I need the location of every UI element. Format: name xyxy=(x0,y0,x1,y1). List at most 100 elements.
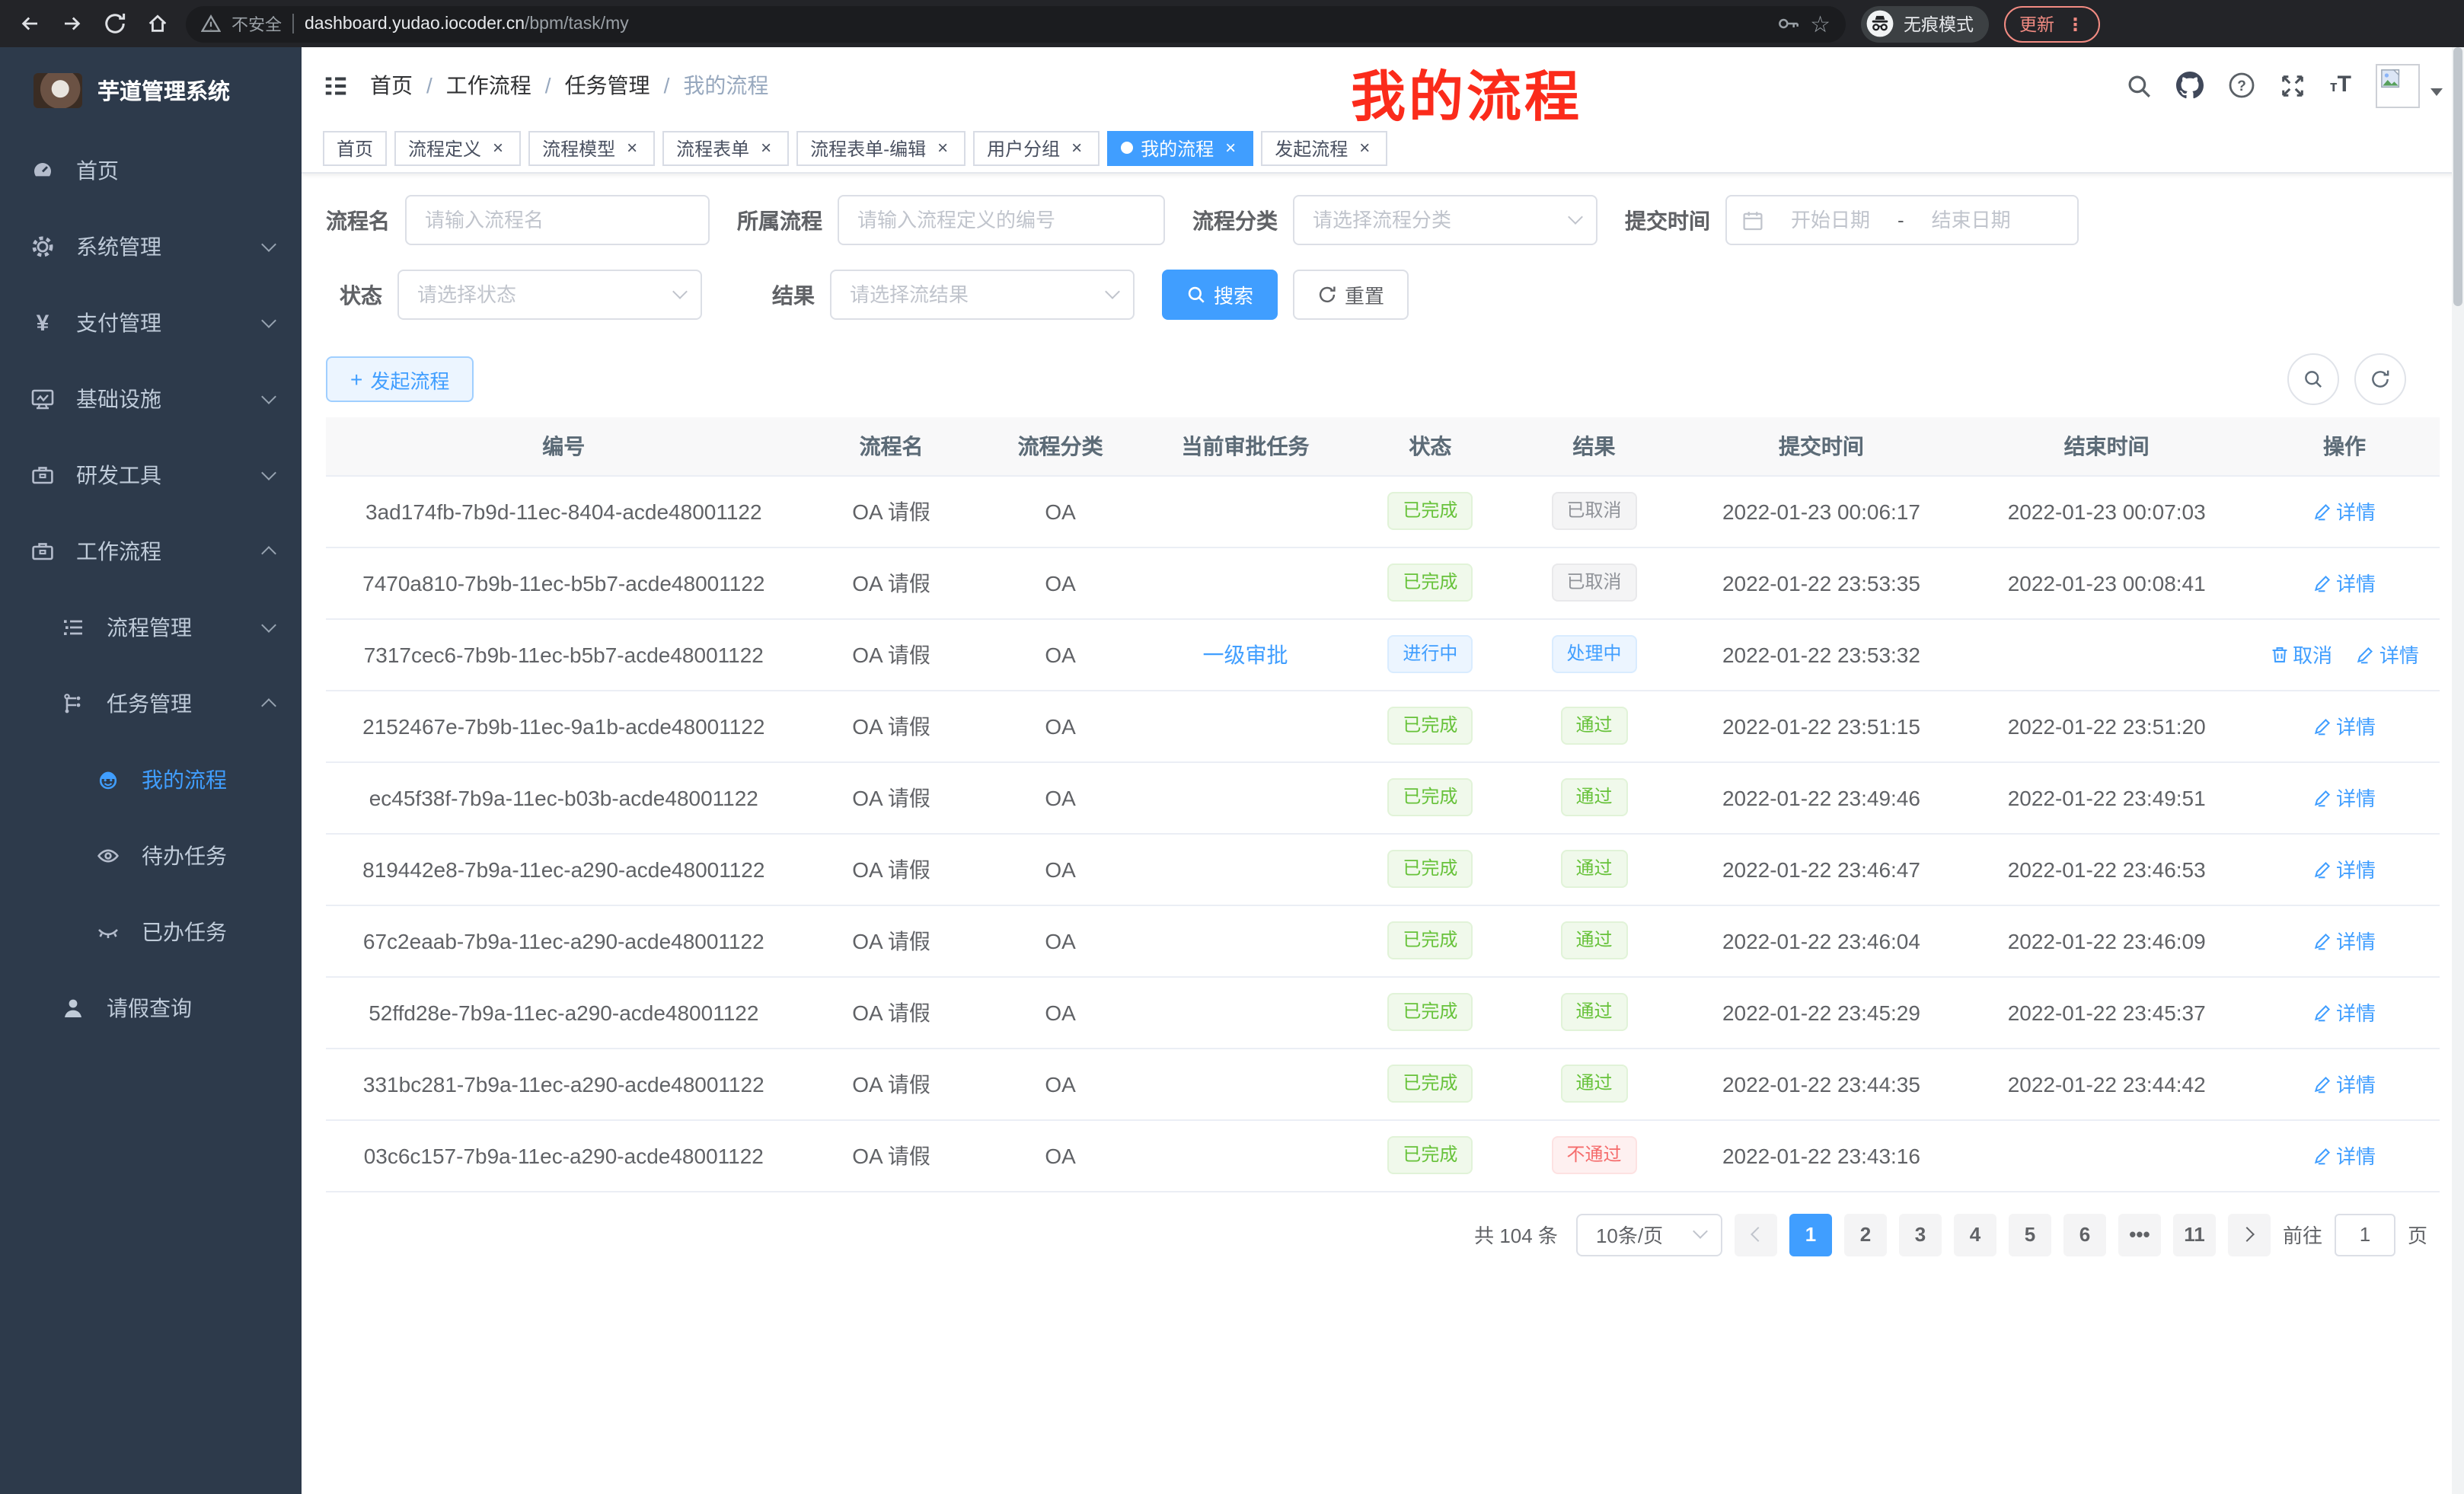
sidebar-item-devtools[interactable]: 研发工具 xyxy=(0,437,302,513)
home-icon[interactable] xyxy=(143,10,171,37)
status-select[interactable] xyxy=(397,270,702,320)
next-page-button[interactable] xyxy=(2228,1213,2271,1256)
cancel-link[interactable]: 取消 xyxy=(2270,640,2332,669)
breadcrumb-home[interactable]: 首页 xyxy=(370,70,413,101)
breadcrumb-task[interactable]: 任务管理 xyxy=(565,70,650,101)
font-size-icon[interactable]: тT xyxy=(2330,72,2351,99)
help-icon[interactable]: ? xyxy=(2228,72,2255,99)
cell-id: 7470a810-7b9b-11ec-b5b7-acde48001122 xyxy=(326,547,802,618)
edit-pencil-icon xyxy=(2313,1146,2332,1164)
chevron-down-icon xyxy=(261,465,276,480)
view-tab[interactable]: 我的流程 xyxy=(1107,130,1253,165)
detail-link[interactable]: 详情 xyxy=(2313,568,2376,597)
col-current-task: 当前审批任务 xyxy=(1140,417,1352,475)
breadcrumb-workflow[interactable]: 工作流程 xyxy=(446,70,531,101)
submit-time-label: 提交时间 xyxy=(1625,205,1710,235)
refresh-table-button[interactable] xyxy=(2354,353,2406,405)
view-tab[interactable]: 用户分组 xyxy=(973,130,1100,165)
view-tab[interactable]: 发起流程 xyxy=(1261,130,1387,165)
page-number-button[interactable]: 6 xyxy=(2063,1213,2106,1256)
sidebar-item-task-management[interactable]: 任务管理 xyxy=(0,666,302,742)
page-number-button[interactable]: 5 xyxy=(2009,1213,2051,1256)
sidebar-item-payment[interactable]: ¥ 支付管理 xyxy=(0,285,302,361)
detail-link[interactable]: 详情 xyxy=(2313,998,2376,1026)
tab-close-icon[interactable] xyxy=(934,137,952,158)
search-icon[interactable] xyxy=(2126,72,2152,98)
security-label[interactable]: 不安全 xyxy=(231,11,282,36)
sidebar-item-todo-tasks[interactable]: 待办任务 xyxy=(0,818,302,894)
detail-link[interactable]: 详情 xyxy=(2313,926,2376,955)
tab-close-icon[interactable] xyxy=(489,137,507,158)
hamburger-icon[interactable] xyxy=(323,72,349,98)
status-badge: 已完成 xyxy=(1387,492,1473,530)
cell-status: 已完成 xyxy=(1351,1048,1509,1119)
page-number-button[interactable]: 2 xyxy=(1844,1213,1887,1256)
create-process-button[interactable]: + 发起流程 xyxy=(326,356,474,402)
scrollbar[interactable] xyxy=(2452,47,2464,1494)
process-name-input[interactable] xyxy=(405,195,710,245)
page-number-button[interactable]: 3 xyxy=(1899,1213,1942,1256)
sidebar-item-home[interactable]: 首页 xyxy=(0,132,302,209)
cell-actions: 详情 xyxy=(2249,690,2440,761)
process-definition-input[interactable] xyxy=(838,195,1165,245)
detail-link[interactable]: 详情 xyxy=(2313,1141,2376,1170)
view-tab[interactable]: 首页 xyxy=(323,130,387,165)
end-date-input[interactable] xyxy=(1917,209,2026,231)
bookmark-star-icon[interactable]: ☆ xyxy=(1810,10,1830,37)
menu-dots-icon[interactable]: ⋮ xyxy=(2067,13,2084,34)
key-icon[interactable] xyxy=(1776,14,1799,34)
start-date-input[interactable] xyxy=(1776,209,1885,231)
sidebar-item-workflow[interactable]: 工作流程 xyxy=(0,513,302,589)
show-search-button[interactable] xyxy=(2287,353,2339,405)
status-badge: 已完成 xyxy=(1387,778,1473,816)
sidebar-item-process-management[interactable]: 流程管理 xyxy=(0,589,302,666)
github-icon[interactable] xyxy=(2176,72,2204,99)
view-tab[interactable]: 流程定义 xyxy=(394,130,521,165)
result-select[interactable] xyxy=(830,270,1135,320)
sidebar-item-system[interactable]: 系统管理 xyxy=(0,209,302,285)
page-number-button[interactable]: 1 xyxy=(1789,1213,1832,1256)
chrome-update-button[interactable]: 更新 ⋮ xyxy=(2004,5,2099,42)
tab-close-icon[interactable] xyxy=(1355,137,1374,158)
sidebar-item-my-process[interactable]: 我的流程 xyxy=(0,742,302,818)
address-bar[interactable]: 不安全 dashboard.yudao.iocoder.cn/bpm/task/… xyxy=(186,5,1846,42)
back-icon[interactable] xyxy=(15,10,43,37)
page-size-select[interactable] xyxy=(1576,1213,1722,1256)
detail-link[interactable]: 详情 xyxy=(2313,1069,2376,1098)
current-task-link[interactable]: 一级审批 xyxy=(1203,639,1288,669)
toolbox-icon xyxy=(30,463,55,487)
category-select[interactable] xyxy=(1293,195,1597,245)
search-button[interactable]: 搜索 xyxy=(1162,270,1278,320)
fullscreen-icon[interactable] xyxy=(2280,72,2306,98)
cell-actions: 详情 xyxy=(2249,475,2440,547)
reload-icon[interactable] xyxy=(101,10,128,37)
cell-current-task xyxy=(1140,1048,1352,1119)
view-tab[interactable]: 流程模型 xyxy=(528,130,655,165)
detail-link[interactable]: 详情 xyxy=(2313,496,2376,525)
app-logo[interactable]: 芋道管理系统 xyxy=(0,47,302,132)
view-tab[interactable]: 流程表单-编辑 xyxy=(796,130,965,165)
view-tab[interactable]: 流程表单 xyxy=(662,130,789,165)
reset-button[interactable]: 重置 xyxy=(1293,270,1409,320)
goto-page-input[interactable] xyxy=(2335,1213,2395,1256)
user-avatar-menu[interactable] xyxy=(2376,63,2443,107)
detail-link[interactable]: 详情 xyxy=(2313,711,2376,740)
tab-close-icon[interactable] xyxy=(757,137,775,158)
page-number-button[interactable]: ••• xyxy=(2118,1213,2161,1256)
page-number-button[interactable]: 11 xyxy=(2173,1213,2216,1256)
prev-page-button[interactable] xyxy=(1735,1213,1777,1256)
cell-end-time: 2022-01-22 23:49:51 xyxy=(1964,761,2249,833)
tab-close-icon[interactable] xyxy=(623,137,641,158)
sidebar-item-infra[interactable]: 基础设施 xyxy=(0,361,302,437)
tab-close-icon[interactable] xyxy=(1221,137,1240,158)
detail-link[interactable]: 详情 xyxy=(2313,854,2376,883)
forward-icon[interactable] xyxy=(58,10,85,37)
cell-result: 不通过 xyxy=(1510,1119,1679,1191)
page-number-button[interactable]: 4 xyxy=(1954,1213,1996,1256)
tab-close-icon[interactable] xyxy=(1068,137,1086,158)
detail-link[interactable]: 详情 xyxy=(2313,783,2376,812)
detail-link[interactable]: 详情 xyxy=(2357,640,2419,669)
sidebar-item-done-tasks[interactable]: 已办任务 xyxy=(0,894,302,970)
date-range-picker[interactable]: - xyxy=(1725,195,2079,245)
sidebar-item-leave-query[interactable]: 请假查询 xyxy=(0,970,302,1046)
